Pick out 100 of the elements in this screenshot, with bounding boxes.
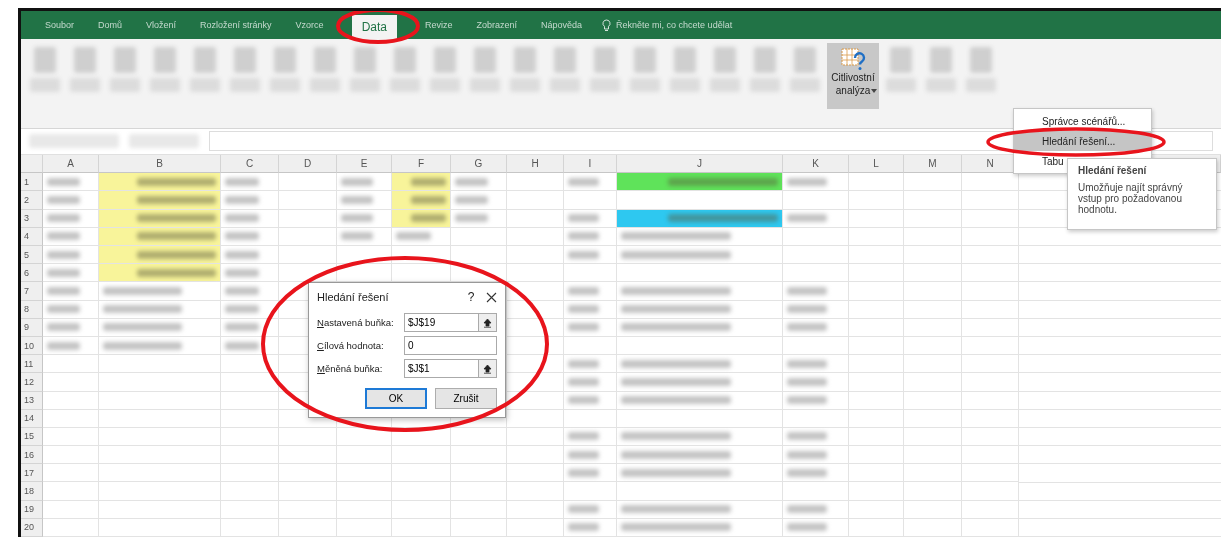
blurred-ribbon-icon[interactable] [114, 47, 136, 73]
blurred-text [568, 286, 599, 295]
blurred-ribbon-icon[interactable] [754, 47, 776, 73]
blurred-ribbon-icon[interactable] [234, 47, 256, 73]
column-header[interactable]: F [392, 155, 451, 174]
blurred-ribbon-icon[interactable] [674, 47, 696, 73]
blurred-text [787, 396, 827, 405]
input-field[interactable]: $J$19 [404, 313, 478, 332]
blurred-text [225, 196, 260, 205]
row-header[interactable]: 7 [21, 282, 43, 301]
row-header[interactable]: 2 [21, 191, 43, 210]
blurred-text [568, 232, 599, 241]
blurred-ribbon-icon[interactable] [594, 47, 616, 73]
input-field[interactable]: $J$1 [404, 359, 478, 378]
row-header[interactable]: 1 [21, 173, 43, 192]
column-header[interactable]: D [279, 155, 337, 174]
dialog-title: Hledání řešení [317, 291, 390, 303]
ok-button[interactable]: OK [365, 388, 427, 409]
caret-icon [871, 89, 877, 93]
select-all-corner[interactable] [21, 155, 43, 174]
blurred-ribbon-icon[interactable] [930, 47, 952, 73]
help-button[interactable]: ? [456, 290, 486, 304]
blurred-text [568, 377, 599, 386]
blurred-ribbon-icon[interactable] [714, 47, 736, 73]
blurred-text [225, 341, 260, 350]
blurred-text [225, 286, 260, 295]
blurred-ribbon-icon[interactable] [634, 47, 656, 73]
ribbon-tab[interactable]: Nápověda [531, 11, 593, 39]
row-header[interactable]: 5 [21, 246, 43, 265]
ribbon-tab[interactable]: Rozložení stránky [190, 11, 282, 39]
close-icon[interactable] [486, 291, 497, 303]
blurred-text [455, 177, 488, 186]
blurred-text [225, 268, 260, 277]
blurred-ribbon-icon[interactable] [354, 47, 376, 73]
column-header[interactable]: M [904, 155, 962, 174]
blurred-ribbon-icon[interactable] [434, 47, 456, 73]
blurred-text [47, 196, 80, 205]
blurred-text [47, 268, 80, 277]
blurred-ribbon-icon[interactable] [794, 47, 816, 73]
blurred-text [455, 196, 488, 205]
ribbon-tab[interactable]: Soubor [35, 11, 85, 39]
ribbon-tab[interactable]: Zobrazení [466, 11, 528, 39]
menu-item[interactable]: Hledání řešení... [1014, 131, 1151, 151]
row-header[interactable]: 17 [21, 464, 43, 483]
row-header[interactable]: 16 [21, 446, 43, 465]
tell-me-field[interactable]: Řekněte mi, co chcete udělat [616, 20, 733, 30]
blurred-text [787, 432, 827, 441]
blurred-text [47, 232, 80, 241]
blurred-text [225, 214, 260, 223]
blurred-text [411, 214, 446, 223]
ribbon-tab[interactable]: Revize [415, 11, 463, 39]
row-header[interactable]: 18 [21, 482, 43, 501]
blurred-text [568, 359, 599, 368]
blurred-text [568, 505, 599, 514]
what-if-analysis-button[interactable]: Citlivostní analýza [827, 43, 879, 109]
ribbon-tab[interactable]: Vzorce [285, 11, 334, 39]
column-header[interactable]: C [221, 155, 279, 174]
blurred-text [787, 523, 827, 532]
blurred-ribbon-icon[interactable] [34, 47, 56, 73]
blurred-text [47, 286, 80, 295]
menu-item[interactable]: Správce scénářů... [1014, 111, 1151, 131]
blurred-ribbon-icon[interactable] [74, 47, 96, 73]
row-header[interactable]: 11 [21, 355, 43, 374]
blurred-ribbon-icon[interactable] [474, 47, 496, 73]
column-header[interactable]: H [507, 155, 564, 174]
blurred-ribbon-icon[interactable] [314, 47, 336, 73]
ribbon-tab[interactable]: Vložení [136, 11, 187, 39]
blurred-text [568, 450, 599, 459]
blurred-ribbon-icon[interactable] [274, 47, 296, 73]
blurred-ribbon-icon[interactable] [514, 47, 536, 73]
blurred-ribbon-icon[interactable] [970, 47, 992, 73]
blurred-ribbon-icon[interactable] [394, 47, 416, 73]
blurred-text [225, 323, 260, 332]
column-header[interactable]: E [337, 155, 392, 174]
blurred-text [568, 250, 599, 259]
column-header[interactable]: I [564, 155, 617, 174]
blurred-ribbon-icon[interactable] [154, 47, 176, 73]
collapse-dialog-button[interactable] [478, 313, 497, 332]
blurred-text [341, 196, 374, 205]
blurred-text [568, 468, 599, 477]
cancel-button[interactable]: Zrušit [435, 388, 497, 409]
blurred-text [455, 214, 488, 223]
column-header[interactable]: A [43, 155, 99, 174]
column-header[interactable]: B [99, 155, 221, 174]
collapse-dialog-button[interactable] [478, 359, 497, 378]
ribbon-tab[interactable]: Data [351, 15, 397, 39]
input-field[interactable]: 0 [404, 336, 497, 355]
blurred-text [568, 323, 599, 332]
row-header[interactable]: 6 [21, 264, 43, 283]
blurred-ribbon-icon[interactable] [890, 47, 912, 73]
blurred-text [341, 232, 374, 241]
column-header[interactable]: J [617, 155, 783, 174]
column-header[interactable]: K [783, 155, 849, 174]
blurred-ribbon-icon[interactable] [194, 47, 216, 73]
blurred-ribbon-icon[interactable] [554, 47, 576, 73]
ribbon-tab[interactable]: Domů [88, 11, 133, 39]
column-header[interactable]: G [451, 155, 507, 174]
row-header[interactable]: 12 [21, 373, 43, 392]
column-header[interactable]: L [849, 155, 904, 174]
blurred-text [787, 214, 827, 223]
